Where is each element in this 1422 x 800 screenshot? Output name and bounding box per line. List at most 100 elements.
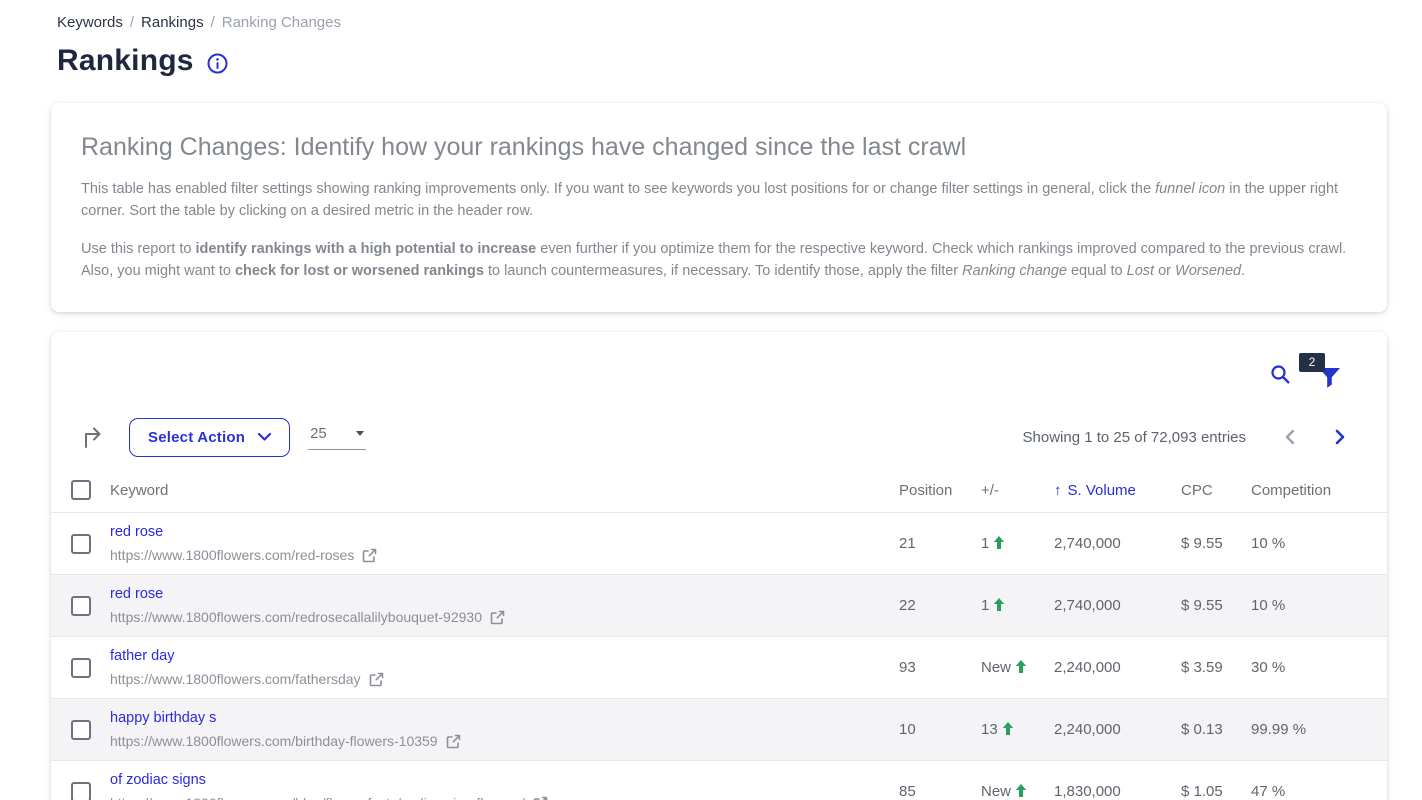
volume-value: 2,240,000 — [1054, 721, 1181, 738]
position-value: 93 — [899, 659, 981, 676]
breadcrumb-separator: / — [130, 14, 134, 31]
row-checkbox[interactable] — [71, 782, 91, 800]
intro-paragraph-2: Use this report to identify rankings wit… — [81, 239, 1357, 282]
result-url: https://www.1800flowers.com/red-roses — [110, 547, 899, 563]
table-card: 2 Select Action 25 — [51, 332, 1387, 800]
search-icon[interactable] — [1271, 365, 1290, 384]
filter-count-badge: 2 — [1299, 353, 1325, 372]
select-action-button[interactable]: Select Action — [129, 418, 290, 457]
change-value: New — [981, 783, 1054, 800]
keyword-link[interactable]: of zodiac signs — [110, 772, 206, 788]
table-row: father dayhttps://www.1800flowers.com/fa… — [51, 636, 1387, 698]
info-icon[interactable] — [207, 53, 228, 74]
breadcrumb-separator: / — [211, 14, 215, 31]
row-checkbox-cell — [51, 534, 110, 554]
position-value: 21 — [899, 535, 981, 552]
cpc-value: $ 9.55 — [1181, 535, 1251, 552]
result-url: https://www.1800flowers.com/redrosecalla… — [110, 609, 899, 625]
position-value: 10 — [899, 721, 981, 738]
row-checkbox[interactable] — [71, 658, 91, 678]
row-checkbox-cell — [51, 596, 110, 616]
table-body: red rose https://www.1800flowers.com/red-… — [51, 512, 1387, 800]
competition-value: 47 % — [1251, 783, 1387, 800]
external-link-icon[interactable] — [533, 796, 548, 800]
column-header-position[interactable]: Position — [899, 482, 981, 499]
cpc-value: $ 3.59 — [1181, 659, 1251, 676]
column-header-change[interactable]: +/- — [981, 482, 1054, 499]
row-checkbox[interactable] — [71, 596, 91, 616]
change-value: 13 — [981, 721, 1054, 738]
keyword-link[interactable]: happy birthday s — [110, 710, 216, 726]
volume-value: 2,740,000 — [1054, 597, 1181, 614]
column-header-volume[interactable]: ↑ S. Volume — [1054, 482, 1181, 499]
column-header-keyword[interactable]: Keyword — [110, 482, 899, 499]
keyword-cell: of zodiac signs https://www.1800flowers.c… — [110, 772, 899, 800]
breadcrumb-keywords[interactable]: Keywords — [57, 14, 123, 31]
table-row: red rose https://www.1800flowers.com/red-… — [51, 512, 1387, 574]
keyword-cell: red rose https://www.1800flowers.com/red-… — [110, 524, 899, 563]
volume-value: 2,740,000 — [1054, 535, 1181, 552]
header-checkbox-cell — [51, 480, 110, 500]
showing-entries-text: Showing 1 to 25 of 72,093 entries — [1023, 429, 1247, 446]
table-row: happy birthday shttps://www.1800flowers.… — [51, 698, 1387, 760]
intro-paragraph-1: This table has enabled filter settings s… — [81, 179, 1357, 222]
rankings-table: Keyword Position +/- ↑ S. Volume CPC Com… — [51, 468, 1387, 800]
breadcrumb-rankings[interactable]: Rankings — [141, 14, 204, 31]
table-row: red rose https://www.1800flowers.com/redr… — [51, 574, 1387, 636]
change-value: 1 — [981, 535, 1054, 552]
page-size-value: 25 — [310, 425, 327, 442]
keyword-cell: red rose https://www.1800flowers.com/redr… — [110, 586, 899, 625]
export-icon[interactable] — [83, 426, 104, 449]
keyword-link[interactable]: father day — [110, 648, 175, 664]
keyword-cell: father dayhttps://www.1800flowers.com/fa… — [110, 648, 899, 687]
change-value: 1 — [981, 597, 1054, 614]
up-arrow-icon — [993, 536, 1005, 549]
competition-value: 10 % — [1251, 597, 1387, 614]
external-link-icon[interactable] — [490, 610, 505, 625]
select-action-label: Select Action — [148, 429, 245, 446]
keyword-cell: happy birthday shttps://www.1800flowers.… — [110, 710, 899, 749]
result-url: https://www.1800flowers.com/blog/flower-… — [110, 795, 899, 800]
next-page-button[interactable] — [1335, 429, 1346, 445]
up-arrow-icon — [993, 598, 1005, 611]
row-checkbox-cell — [51, 658, 110, 678]
sort-ascending-icon: ↑ — [1054, 482, 1062, 499]
cpc-value: $ 0.13 — [1181, 721, 1251, 738]
funnel-icon[interactable]: 2 — [1318, 366, 1341, 389]
up-arrow-icon — [1015, 784, 1027, 797]
table-icons-row: 2 — [51, 355, 1387, 393]
competition-value: 10 % — [1251, 535, 1387, 552]
intro-card: Ranking Changes: Identify how your ranki… — [51, 103, 1387, 312]
chevron-down-icon — [258, 433, 271, 441]
row-checkbox[interactable] — [71, 720, 91, 740]
position-value: 22 — [899, 597, 981, 614]
column-header-cpc[interactable]: CPC — [1181, 482, 1251, 499]
competition-value: 30 % — [1251, 659, 1387, 676]
title-row: Rankings — [57, 44, 1422, 78]
keyword-link[interactable]: red rose — [110, 524, 163, 540]
column-header-competition[interactable]: Competition — [1251, 482, 1387, 499]
volume-value: 1,830,000 — [1054, 783, 1181, 800]
up-arrow-icon — [1015, 660, 1027, 673]
external-link-icon[interactable] — [362, 548, 377, 563]
external-link-icon[interactable] — [446, 734, 461, 749]
breadcrumb: Keywords / Rankings / Ranking Changes — [0, 0, 1422, 31]
page-size-select[interactable]: 25 — [308, 425, 366, 450]
change-value: New — [981, 659, 1054, 676]
cpc-value: $ 1.05 — [1181, 783, 1251, 800]
caret-down-icon — [356, 431, 364, 436]
breadcrumb-ranking-changes: Ranking Changes — [222, 14, 341, 31]
position-value: 85 — [899, 783, 981, 800]
row-checkbox-cell — [51, 720, 110, 740]
volume-value: 2,240,000 — [1054, 659, 1181, 676]
cpc-value: $ 9.55 — [1181, 597, 1251, 614]
row-checkbox[interactable] — [71, 534, 91, 554]
external-link-icon[interactable] — [369, 672, 384, 687]
table-header-row: Keyword Position +/- ↑ S. Volume CPC Com… — [51, 468, 1387, 512]
select-all-checkbox[interactable] — [71, 480, 91, 500]
previous-page-button[interactable] — [1284, 429, 1295, 445]
table-controls-row: Select Action 25 Showing 1 to 25 of 72,0… — [51, 417, 1387, 457]
keyword-link[interactable]: red rose — [110, 586, 163, 602]
page-title: Rankings — [57, 44, 194, 78]
rankings-page: Keywords / Rankings / Ranking Changes Rankin… — [0, 0, 1422, 800]
